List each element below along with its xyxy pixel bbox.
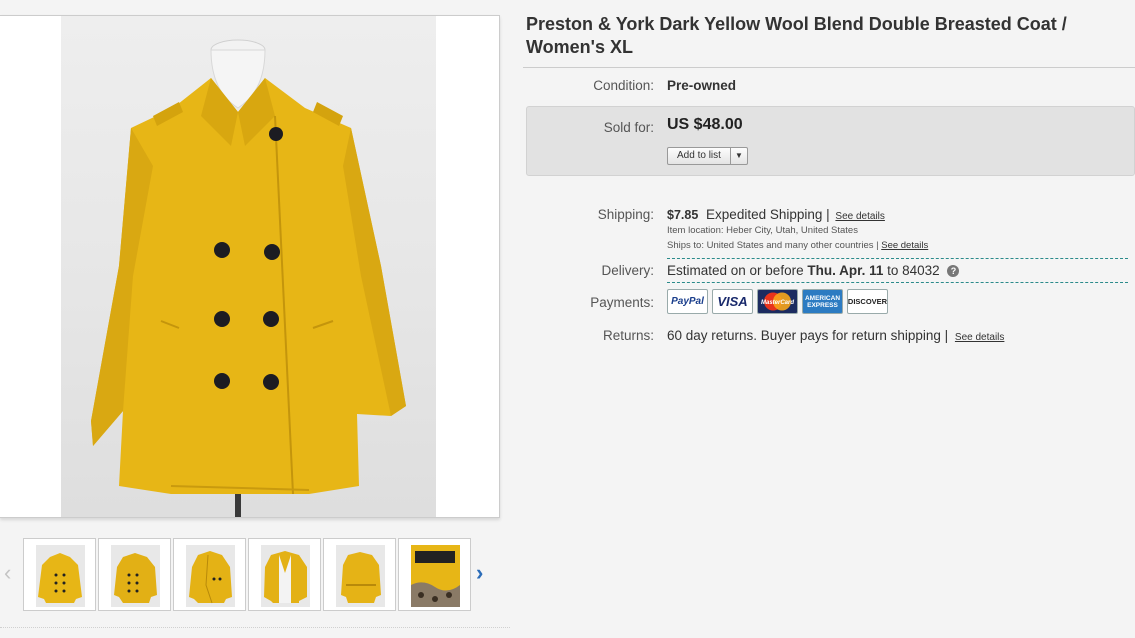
delivery-label: Delivery:: [601, 263, 654, 278]
main-photo-frame: [0, 15, 500, 518]
thumbnail-2[interactable]: [98, 538, 171, 611]
delivery-line: Estimated on or before Thu. Apr. 11 to 8…: [667, 263, 960, 278]
thumbnail-4[interactable]: [248, 538, 321, 611]
visa-icon: VISA: [712, 289, 753, 314]
chevron-right-icon[interactable]: ›: [476, 562, 483, 584]
shipping-cost: $7.85: [667, 208, 699, 222]
coat-back-thumb: [336, 545, 385, 607]
returns-line: 60 day returns. Buyer pays for return sh…: [667, 328, 1004, 343]
coat-angle-thumb: [111, 545, 160, 607]
condition-value: Pre-owned: [667, 78, 737, 93]
chevron-down-icon[interactable]: ▼: [731, 148, 747, 164]
ships-to-text: Ships to: United States and many other c…: [667, 240, 879, 251]
help-icon[interactable]: ?: [947, 265, 960, 278]
payments-label: Payments:: [590, 295, 654, 310]
paypal-icon: PayPal: [667, 289, 708, 314]
shipping-see-details-link[interactable]: See details: [835, 211, 884, 222]
returns-text: 60 day returns. Buyer pays for return sh…: [667, 328, 949, 343]
amex-icon: AMERICAN EXPRESS: [802, 289, 843, 314]
add-to-list-button[interactable]: Add to list ▼: [667, 147, 748, 165]
returns-label: Returns:: [602, 328, 654, 343]
condition-label: Condition:: [593, 78, 654, 93]
item-location: Item location: Heber City, Utah, United …: [667, 225, 858, 236]
returns-see-details-link[interactable]: See details: [955, 332, 1004, 343]
shipping-method: Expedited Shipping |: [706, 207, 830, 222]
coat-photo[interactable]: [61, 16, 436, 517]
ships-to-see-details-link[interactable]: See details: [881, 240, 928, 251]
sold-for-label: Sold for:: [603, 120, 654, 135]
sold-price: US $48.00: [667, 116, 743, 133]
delivery-prefix: Estimated on or before: [667, 263, 804, 278]
item-title: Preston & York Dark Yellow Wool Blend Do…: [526, 14, 1067, 57]
thumbnail-5[interactable]: [323, 538, 396, 611]
delivery-zip: to 84032: [887, 263, 940, 278]
add-to-list-label[interactable]: Add to list: [668, 148, 731, 164]
shipping-line: $7.85 Expedited Shipping | See details: [667, 207, 885, 222]
dashed-divider: [667, 282, 1128, 283]
chevron-left-icon[interactable]: ‹: [4, 562, 11, 584]
ships-to-line: Ships to: United States and many other c…: [667, 240, 928, 251]
discover-icon: DISCOVER: [847, 289, 888, 314]
coat-open-thumb: [186, 545, 235, 607]
dashed-divider: [667, 258, 1128, 259]
divider: [0, 627, 510, 628]
thumbnail-6[interactable]: [398, 538, 471, 611]
shipping-label: Shipping:: [597, 207, 654, 222]
mastercard-icon: MasterCard: [757, 289, 798, 314]
thumbnail-strip: ‹ ›: [0, 536, 510, 616]
payment-methods: PayPal VISA MasterCard AMERICAN EXPRESS …: [667, 289, 888, 314]
coat-label-thumb: [411, 545, 460, 607]
title-divider: [523, 67, 1135, 68]
sold-price-box: [526, 106, 1135, 176]
svg-text:MasterCard: MasterCard: [761, 300, 794, 306]
coat-side-thumb: [261, 545, 310, 607]
coat-front-thumb: [36, 545, 85, 607]
delivery-date: Thu. Apr. 11: [807, 263, 884, 278]
thumbnail-3[interactable]: [173, 538, 246, 611]
thumbnail-1[interactable]: [23, 538, 96, 611]
